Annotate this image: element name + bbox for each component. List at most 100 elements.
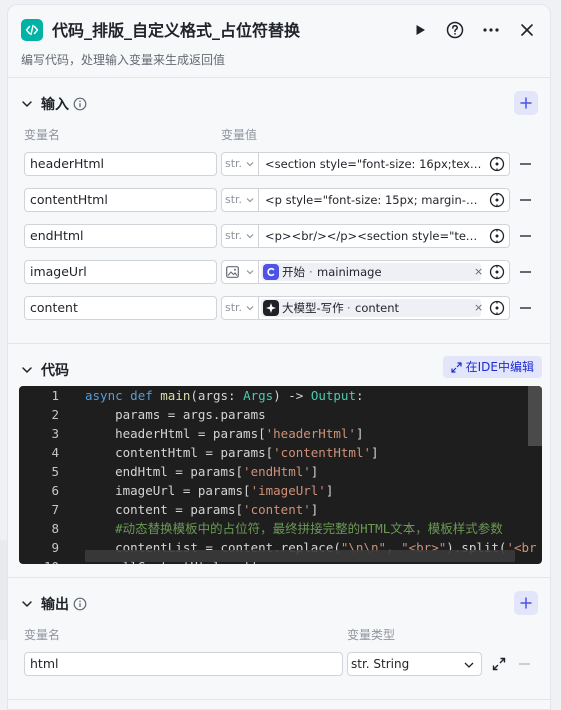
type-label: str. xyxy=(225,193,243,206)
chevron-down-icon[interactable] xyxy=(20,597,34,611)
chevron-down-icon xyxy=(246,198,254,203)
variable-name-input[interactable]: contentHtml xyxy=(24,188,217,212)
code-section-title: 代码 xyxy=(41,363,69,379)
output-type-select[interactable]: str. String xyxy=(347,652,482,676)
help-button[interactable] xyxy=(443,18,467,42)
variable-value-input[interactable]: <p style="font-size: 15px; margin-bot… xyxy=(259,188,510,212)
info-icon[interactable] xyxy=(73,97,87,111)
type-label: str. xyxy=(225,157,243,170)
divider xyxy=(8,77,550,78)
remove-input-button[interactable] xyxy=(520,163,531,165)
code-editor[interactable]: 1 async def main(args: Args) -> Output: 2… xyxy=(19,386,542,564)
output-col-name-label: 变量名 xyxy=(24,628,61,642)
reference-icon[interactable] xyxy=(489,192,505,208)
input-col-value-label: 变量值 xyxy=(221,128,258,142)
variable-name-input[interactable]: content xyxy=(24,296,217,320)
code-section-header: 代码 在IDE中编辑 xyxy=(8,355,550,385)
divider xyxy=(8,577,550,578)
type-select[interactable]: str. xyxy=(221,188,259,212)
variable-reference-input[interactable]: 大模型-写作 · content × xyxy=(259,296,510,320)
plus-icon xyxy=(520,97,532,109)
code-line: 6 imageUrl = params['imageUrl'] xyxy=(51,483,334,498)
code-line: 1 async def main(args: Args) -> Output: xyxy=(51,388,364,403)
reference-icon[interactable] xyxy=(489,228,505,244)
variable-value-text: <section style="font-size: 16px;text-a… xyxy=(265,157,483,171)
divider xyxy=(8,343,550,344)
code-line: 7 content = params['content'] xyxy=(51,502,319,517)
more-icon xyxy=(483,28,499,32)
output-type-label: str. String xyxy=(351,657,410,671)
variable-value-text: <p><br/></p><section style="text-ali… xyxy=(265,229,483,243)
node-title[interactable]: 代码_排版_自定义格式_占位符替换 xyxy=(52,17,300,41)
reference-variable: mainimage xyxy=(317,265,382,279)
reference-icon[interactable] xyxy=(489,156,505,172)
variable-name-input[interactable]: headerHtml xyxy=(24,152,217,176)
type-label: str. xyxy=(225,229,243,242)
remove-output-button xyxy=(519,663,530,665)
variable-value-text: <p style="font-size: 15px; margin-bot… xyxy=(265,193,483,207)
reference-separator: · xyxy=(309,265,313,279)
type-select[interactable]: str. xyxy=(221,224,259,248)
reference-variable: content xyxy=(355,301,400,315)
code-line: 4 contentHtml = params['contentHtml'] xyxy=(51,445,379,460)
help-icon xyxy=(446,21,464,39)
clear-reference-icon[interactable]: × xyxy=(474,299,483,317)
edit-in-ide-button[interactable]: 在IDE中编辑 xyxy=(442,356,542,378)
reference-source: 开始 xyxy=(282,265,305,279)
chevron-down-icon[interactable] xyxy=(20,363,34,377)
remove-input-button[interactable] xyxy=(520,307,531,309)
input-section-header: 输入 xyxy=(8,89,550,119)
play-icon xyxy=(416,25,425,35)
chevron-down-icon xyxy=(246,234,254,239)
add-input-button[interactable] xyxy=(514,91,538,115)
reference-icon[interactable] xyxy=(489,300,505,316)
expand-icon[interactable] xyxy=(491,656,507,672)
panel-header: 代码_排版_自定义格式_占位符替换 编写代码，处理输入变量来生成返回值 xyxy=(8,5,550,77)
run-button[interactable] xyxy=(408,18,432,42)
node-description[interactable]: 编写代码，处理输入变量来生成返回值 xyxy=(21,51,225,68)
type-select[interactable] xyxy=(221,260,259,284)
code-node-panel: 代码_排版_自定义格式_占位符替换 编写代码，处理输入变量来生成返回值 输入 变… xyxy=(7,4,551,710)
variable-value-input[interactable]: <p><br/></p><section style="text-ali… xyxy=(259,224,510,248)
reference-icon[interactable] xyxy=(489,264,505,280)
variable-value-input[interactable]: <section style="font-size: 16px;text-a… xyxy=(259,152,510,176)
remove-input-button[interactable] xyxy=(520,199,531,201)
expand-icon xyxy=(451,361,462,373)
output-name-input[interactable]: html xyxy=(24,652,343,676)
reference-source: 大模型-写作 xyxy=(282,301,344,315)
output-section-header: 输出 xyxy=(8,589,550,619)
chevron-down-icon[interactable] xyxy=(20,97,34,111)
vertical-scrollbar[interactable] xyxy=(528,386,542,446)
code-icon xyxy=(21,19,43,41)
horizontal-scrollbar[interactable] xyxy=(85,550,515,562)
variable-name-input[interactable]: endHtml xyxy=(24,224,217,248)
chevron-down-icon xyxy=(246,270,254,275)
code-line: 8 #动态替换模板中的占位符，最终拼接完整的HTML文本，模板样式参数 xyxy=(51,521,503,536)
chevron-down-icon xyxy=(464,662,474,668)
clear-reference-icon[interactable]: × xyxy=(474,263,483,281)
input-col-name-label: 变量名 xyxy=(24,128,61,142)
input-section-title: 输入 xyxy=(41,97,69,113)
info-icon[interactable] xyxy=(73,597,87,611)
divider xyxy=(8,699,550,700)
plus-icon xyxy=(520,597,532,609)
code-line: 2 params = args.params xyxy=(51,407,266,422)
output-row: html str. String xyxy=(8,652,550,676)
llm-node-icon xyxy=(263,300,279,316)
variable-name-input[interactable]: imageUrl xyxy=(24,260,217,284)
more-button[interactable] xyxy=(479,18,503,42)
type-select[interactable]: str. xyxy=(221,296,259,320)
reference-separator: · xyxy=(347,301,351,315)
variable-reference-input[interactable]: 开始 · mainimage × xyxy=(259,260,510,284)
close-button[interactable] xyxy=(515,18,539,42)
output-section-title: 输出 xyxy=(41,597,69,613)
type-select[interactable]: str. xyxy=(221,152,259,176)
chevron-down-icon xyxy=(246,162,254,167)
edit-in-ide-label: 在IDE中编辑 xyxy=(465,360,534,374)
remove-input-button[interactable] xyxy=(520,235,531,237)
code-line: 3 headerHtml = params['headerHtml'] xyxy=(51,426,364,441)
reference-chip[interactable]: 大模型-写作 · content × xyxy=(261,299,483,317)
add-output-button[interactable] xyxy=(514,591,538,615)
remove-input-button[interactable] xyxy=(520,271,531,273)
reference-chip[interactable]: 开始 · mainimage × xyxy=(261,263,483,281)
